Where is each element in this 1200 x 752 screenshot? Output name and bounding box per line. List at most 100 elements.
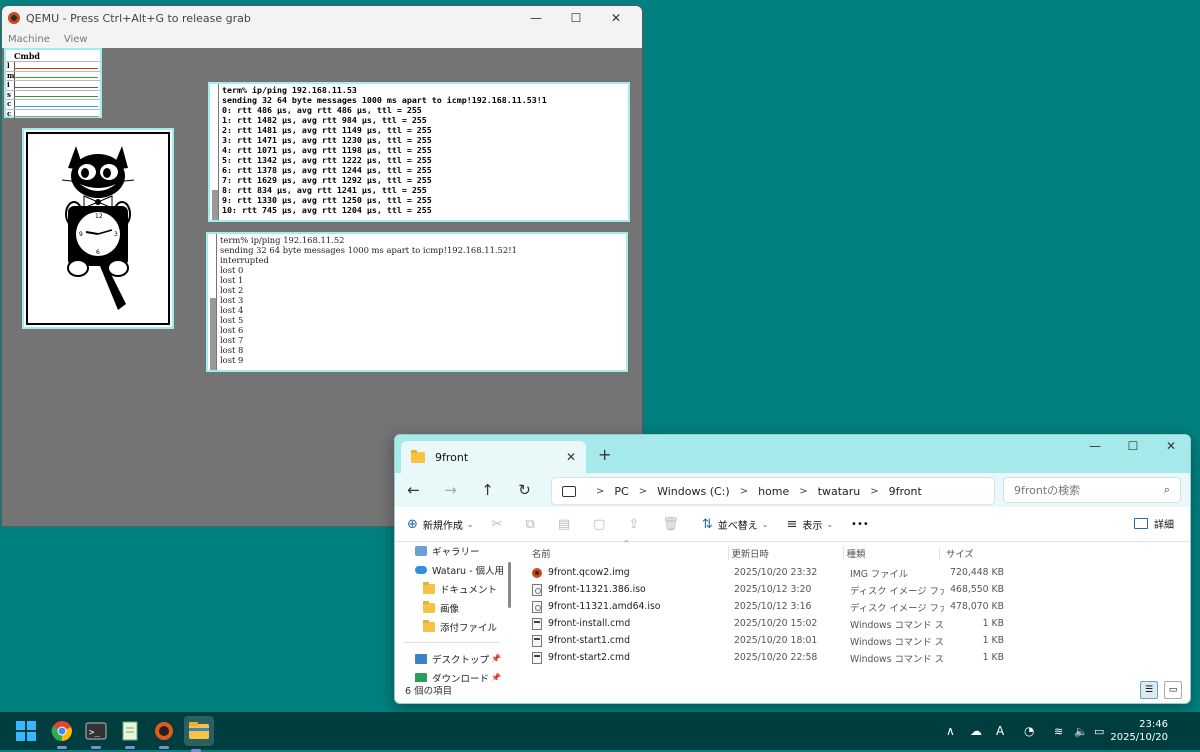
- folder-icon: [423, 600, 435, 613]
- qemu-close-button[interactable]: ✕: [596, 6, 636, 30]
- delete-button[interactable]: 🗑: [662, 517, 684, 532]
- ime-indicator[interactable]: A: [996, 712, 1004, 750]
- file-type: IMG ファイル: [850, 568, 909, 580]
- terminal-line: lost 6: [220, 325, 244, 335]
- terminal-window-1[interactable]: term% ip/ping 192.168.11.53 sending 32 64…: [208, 82, 630, 222]
- terminal-line: 7: rtt 1629 µs, avg rtt 1292 µs, ttl = 2…: [222, 175, 432, 185]
- explorer-maximize-button[interactable]: ☐: [1114, 435, 1152, 457]
- file-date: 2025/10/20 18:01: [734, 635, 818, 646]
- search-input[interactable]: 9frontの検索 ⌕: [1003, 477, 1181, 503]
- stat-row: s: [6, 89, 100, 100]
- column-header-type[interactable]: 種類: [842, 546, 939, 560]
- file-row[interactable]: 9front-11321.amd64.iso 2025/10/12 3:16 ディス…: [525, 598, 1005, 615]
- notepad-icon[interactable]: [118, 719, 142, 749]
- qemu-title: QEMU - Press Ctrl+Alt+G to release grab: [26, 11, 251, 25]
- explorer-close-button[interactable]: ✕: [1152, 435, 1190, 457]
- terminal-line: 9: rtt 1330 µs, avg rtt 1250 µs, ttl = 2…: [222, 195, 432, 205]
- file-name-cell: 9front-11321.386.iso: [525, 583, 731, 596]
- chrome-icon[interactable]: [50, 719, 74, 749]
- terminal-line: sending 32 64 byte messages 1000 ms apar…: [220, 245, 517, 255]
- windows-start-icon[interactable]: [14, 719, 38, 743]
- menu-view[interactable]: View: [64, 34, 88, 45]
- stat-graph-line: [14, 96, 98, 98]
- show-hidden-icons-chevron-icon[interactable]: ∧: [946, 712, 955, 750]
- details-button[interactable]: 詳細: [1134, 516, 1174, 531]
- taskbar-clock[interactable]: 23:46 2025/10/20: [1110, 718, 1168, 744]
- column-header-date[interactable]: 更新日時: [727, 546, 843, 560]
- clipboard-icon: ▤: [557, 516, 571, 532]
- view-button[interactable]: ≡ 表示 ⌄: [786, 517, 833, 532]
- chevron-down-icon: ⌄: [466, 519, 474, 529]
- onedrive-cloud-icon[interactable]: ☁: [970, 712, 982, 750]
- back-button[interactable]: ←: [395, 481, 432, 499]
- terminal-icon[interactable]: >_: [84, 719, 108, 749]
- column-header-name[interactable]: 名前: [525, 546, 728, 560]
- sidebar-item-downloads[interactable]: ダウンロード 📌: [395, 668, 507, 682]
- file-date: 2025/10/12 3:20: [734, 584, 812, 595]
- scrollbar[interactable]: [508, 562, 511, 608]
- stat-graph: [14, 109, 100, 119]
- sidebar-item-desktop[interactable]: デスクトップ 📌: [395, 649, 507, 668]
- qemu-maximize-button[interactable]: ☐: [556, 6, 596, 30]
- more-button[interactable]: •••: [851, 519, 869, 530]
- file-row[interactable]: 9front-install.cmd 2025/10/20 15:02 Window…: [525, 615, 1005, 632]
- sidebar-item-gallery[interactable]: ギャラリー: [395, 542, 507, 560]
- qemu-titlebar[interactable]: QEMU - Press Ctrl+Alt+G to release grab …: [2, 6, 642, 30]
- qemu-icon[interactable]: [152, 719, 176, 749]
- refresh-button[interactable]: ↻: [506, 481, 543, 499]
- file-row[interactable]: 9front.qcow2.img 2025/10/20 23:32 IMG ファイル…: [525, 564, 1005, 581]
- rename-button[interactable]: ▢: [593, 517, 610, 532]
- cut-button[interactable]: ✂: [492, 517, 508, 532]
- sidebar-item-pictures[interactable]: 画像: [395, 598, 507, 617]
- file-name-cell: 9front-11321.amd64.iso: [525, 600, 731, 613]
- tab-9front[interactable]: 9front ✕: [401, 441, 586, 473]
- file-name: 9front-start1.cmd: [548, 635, 630, 646]
- details-view-button[interactable]: ☰: [1140, 681, 1158, 699]
- breadcrumb-user[interactable]: twataru: [818, 485, 861, 498]
- catclock-window[interactable]: 12 3 6 9: [22, 128, 174, 329]
- file-row[interactable]: 9front-start1.cmd 2025/10/20 18:01 Windows…: [525, 632, 1005, 649]
- terminal-line: lost 0: [220, 265, 244, 275]
- ime-mode-icon[interactable]: ◔: [1024, 712, 1034, 750]
- volume-icon[interactable]: 🔈: [1074, 712, 1088, 750]
- terminal-window-2[interactable]: term% ip/ping 192.168.11.52 sending 32 64…: [206, 232, 628, 372]
- menu-machine[interactable]: Machine: [8, 34, 50, 45]
- sidebar-item-label: ギャラリー: [432, 546, 480, 558]
- up-button[interactable]: ↑: [469, 481, 506, 499]
- sort-button[interactable]: ⇅ 並べ替え ⌄: [702, 517, 769, 532]
- stats-window[interactable]: Cmbd lmiscc: [4, 48, 102, 119]
- file-row[interactable]: 9front-start2.cmd 2025/10/20 22:58 Windows…: [525, 649, 1005, 666]
- share-button[interactable]: ⇪: [628, 517, 644, 532]
- qemu-minimize-button[interactable]: —: [516, 6, 556, 30]
- scrollbar[interactable]: [210, 234, 217, 370]
- sidebar-item-onedrive[interactable]: Wataru - 個人用: [395, 560, 507, 579]
- copy-button[interactable]: ⧉: [526, 517, 540, 532]
- file-row[interactable]: 9front-11321.386.iso 2025/10/12 3:20 ディスク …: [525, 581, 1005, 598]
- tab-close-button[interactable]: ✕: [566, 450, 576, 464]
- scrollbar[interactable]: [212, 84, 219, 220]
- breadcrumb-pc[interactable]: PC: [614, 485, 628, 498]
- battery-icon[interactable]: ▭: [1094, 712, 1104, 750]
- breadcrumb-current[interactable]: 9front: [889, 485, 922, 498]
- sidebar-item-attachments[interactable]: 添付ファイル: [395, 617, 507, 636]
- file-type: Windows コマンド ス...: [850, 619, 944, 631]
- file-date: 2025/10/20 15:02: [734, 618, 818, 629]
- forward-button[interactable]: →: [432, 481, 469, 499]
- column-header-size[interactable]: サイズ: [939, 546, 1005, 560]
- sidebar-item-documents[interactable]: ドキュメント: [395, 579, 507, 598]
- navigation-pane[interactable]: ギャラリー Wataru - 個人用 ドキュメント 画像 添付ファイル デスクト…: [395, 542, 507, 682]
- new-tab-button[interactable]: +: [598, 445, 611, 464]
- file-explorer-icon[interactable]: [184, 716, 214, 752]
- tiles-view-button[interactable]: ▭: [1164, 681, 1182, 699]
- explorer-minimize-button[interactable]: —: [1076, 435, 1114, 457]
- paste-button[interactable]: ▤: [558, 517, 575, 532]
- breadcrumb-home[interactable]: home: [758, 485, 789, 498]
- file-explorer-window[interactable]: 9front ✕ + — ☐ ✕ ← → ↑ ↻ > PC > Windows …: [394, 434, 1191, 704]
- file-list[interactable]: ^ 名前 更新日時 種類 サイズ 9front.qcow2.img 2025/10…: [525, 539, 1005, 666]
- wifi-icon[interactable]: ≋: [1054, 712, 1063, 750]
- chevron-down-icon: ⌄: [826, 519, 834, 529]
- new-button[interactable]: ⊕ 新規作成 ⌄: [407, 517, 474, 532]
- breadcrumb-drive[interactable]: Windows (C:): [657, 485, 730, 498]
- file-name-cell: 9front-start2.cmd: [525, 651, 731, 664]
- address-bar[interactable]: > PC > Windows (C:) > home > twataru > 9…: [551, 477, 995, 505]
